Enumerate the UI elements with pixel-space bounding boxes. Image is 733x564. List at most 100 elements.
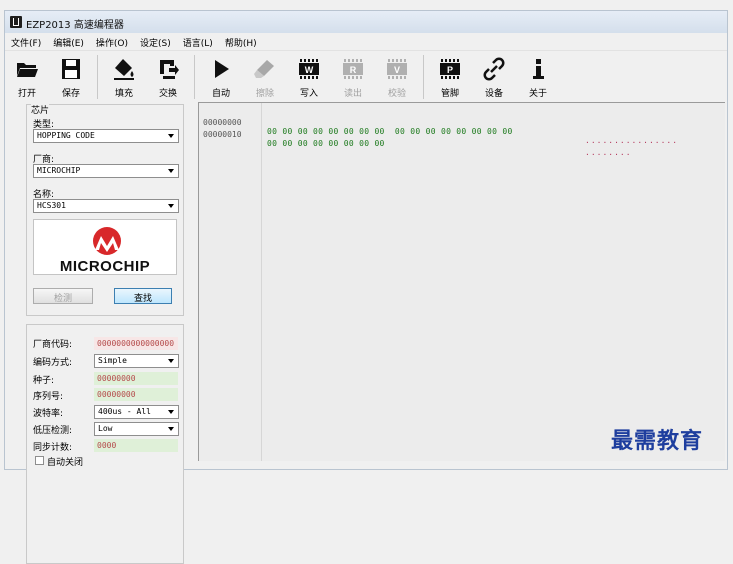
erase-button[interactable]: 擦除: [243, 51, 287, 103]
window-title: EZP2013 高速编程器: [26, 20, 124, 31]
left-sidebar: 芯片 类型: HOPPING CODE 厂商: MICROCHIP 名称: HC…: [18, 103, 184, 564]
erase-label: 擦除: [255, 89, 274, 99]
write-button[interactable]: W 写入: [287, 51, 331, 103]
auto-button[interactable]: 自动: [199, 51, 243, 103]
auto-label: 自动: [211, 89, 230, 99]
swap-button[interactable]: 交换: [146, 51, 190, 103]
chip-pin-icon: P: [440, 59, 460, 79]
encoding-label: 编码方式:: [33, 358, 73, 368]
chevron-down-icon: [168, 134, 174, 138]
folder-icon: [17, 63, 38, 77]
serial-field[interactable]: 00000000: [94, 388, 178, 401]
seed-field[interactable]: 00000000: [94, 372, 178, 385]
vendor-code-label: 厂商代码:: [33, 340, 73, 350]
microchip-logo-icon: [93, 227, 121, 255]
sync-field[interactable]: 0000: [94, 439, 178, 452]
svg-text:W: W: [305, 65, 314, 75]
row-ascii[interactable]: ................: [585, 136, 678, 145]
autoclose-label: 自动关闭: [47, 458, 84, 468]
about-label: 关于: [528, 89, 547, 99]
chip-type-select[interactable]: HOPPING CODE: [33, 129, 179, 143]
menu-bar: 文件(F) 编辑(E) 操作(O) 设定(S) 语言(L) 帮助(H): [5, 33, 727, 51]
row-hex-bytes[interactable]: 00 00 00 00 00 00 00 00: [267, 139, 385, 148]
sync-label: 同步计数:: [33, 443, 73, 453]
watermark-text: 最需教育: [611, 428, 704, 454]
menu-settings[interactable]: 设定(S): [134, 33, 177, 50]
chip-vendor-select[interactable]: MICROCHIP: [33, 164, 179, 178]
title-bar: EZP2013 高速编程器: [5, 11, 727, 33]
device-label: 设备: [484, 89, 503, 99]
toolbar: 打开 保存 填充 交换 自动 擦除 W 写入 R 读出 V 校验 P 管脚 设备…: [5, 51, 727, 107]
about-button[interactable]: 关于: [516, 51, 560, 103]
menu-operate[interactable]: 操作(O): [90, 33, 134, 50]
write-label: 写入: [299, 89, 318, 99]
vendor-code-field[interactable]: 0000000000000000: [94, 337, 178, 350]
encoding-value: Simple: [98, 356, 127, 365]
baud-value: 400us - All: [98, 407, 151, 416]
vendor-logo-text: MICROCHIP: [59, 258, 151, 275]
hex-row: 00000010 00 00 00 00 00 00 00 00 .......…: [199, 121, 631, 157]
lowv-value: Low: [98, 424, 113, 433]
play-icon: [215, 60, 229, 78]
menu-edit[interactable]: 编辑(E): [47, 33, 90, 50]
open-button[interactable]: 打开: [5, 51, 49, 103]
chip-vendor-value: MICROCHIP: [37, 166, 81, 175]
encoding-select[interactable]: Simple: [94, 354, 179, 368]
chevron-down-icon: [168, 169, 174, 173]
link-icon: [483, 57, 505, 81]
hex-editor[interactable]: 00000000 00 00 00 00 00 00 00 00 00 00 0…: [198, 102, 725, 461]
info-icon: [533, 59, 544, 79]
chevron-down-icon: [168, 427, 174, 431]
fill-button[interactable]: 填充: [102, 51, 146, 103]
baud-label: 波特率:: [33, 409, 64, 419]
save-button[interactable]: 保存: [49, 51, 93, 103]
lowv-select[interactable]: Low: [94, 422, 179, 436]
read-label: 读出: [343, 89, 362, 99]
erase-icon: [254, 60, 274, 78]
menu-file[interactable]: 文件(F): [5, 33, 47, 50]
row-ascii[interactable]: ........: [585, 148, 632, 157]
chip-verify-icon: V: [387, 59, 407, 79]
device-button[interactable]: 设备: [472, 51, 516, 103]
menu-help[interactable]: 帮助(H): [219, 33, 263, 50]
save-label: 保存: [61, 89, 80, 99]
baud-select[interactable]: 400us - All: [94, 405, 179, 419]
chip-group-title: 芯片: [31, 103, 50, 116]
detect-button[interactable]: 检测: [33, 288, 93, 304]
chip-type-value: HOPPING CODE: [37, 131, 95, 140]
code-settings-group: 厂商代码: 0000000000000000 编码方式: Simple 种子: …: [26, 324, 184, 564]
pin-label: 管脚: [440, 89, 459, 99]
fill-label: 填充: [114, 89, 133, 99]
search-button[interactable]: 查找: [114, 288, 172, 304]
serial-label: 序列号:: [33, 392, 64, 402]
row-address: 00000010: [203, 130, 242, 139]
open-label: 打开: [17, 89, 36, 99]
row-hex-bytes[interactable]: 00 00 00 00 00 00 00 00 00 00 00 00 00 0…: [267, 127, 513, 136]
chevron-down-icon: [168, 410, 174, 414]
swap-label: 交换: [158, 89, 177, 99]
pin-button[interactable]: P 管脚: [428, 51, 472, 103]
verify-label: 校验: [387, 89, 406, 99]
seed-label: 种子:: [33, 376, 55, 386]
swap-icon: [160, 60, 179, 79]
hex-row: 00000000 00 00 00 00 00 00 00 00 00 00 0…: [199, 109, 677, 145]
fill-icon: [114, 59, 134, 80]
chip-write-icon: W: [299, 59, 319, 79]
chip-group: 芯片 类型: HOPPING CODE 厂商: MICROCHIP 名称: HC…: [26, 103, 184, 316]
lowv-label: 低压检测:: [33, 426, 73, 436]
menu-language[interactable]: 语言(L): [177, 33, 219, 50]
read-button[interactable]: R 读出: [331, 51, 375, 103]
chip-read-icon: R: [343, 59, 363, 79]
chip-name-value: HCS301: [37, 201, 66, 210]
toolbar-separator: [423, 55, 424, 99]
chevron-down-icon: [168, 359, 174, 363]
toolbar-separator: [97, 55, 98, 99]
app-icon: [10, 16, 22, 28]
autoclose-checkbox[interactable]: [35, 456, 44, 465]
verify-button[interactable]: V 校验: [375, 51, 419, 103]
save-icon: [62, 59, 80, 79]
svg-text:V: V: [394, 65, 400, 75]
chevron-down-icon: [168, 204, 174, 208]
chip-name-select[interactable]: HCS301: [33, 199, 179, 213]
vendor-logo: MICROCHIP: [33, 219, 177, 275]
